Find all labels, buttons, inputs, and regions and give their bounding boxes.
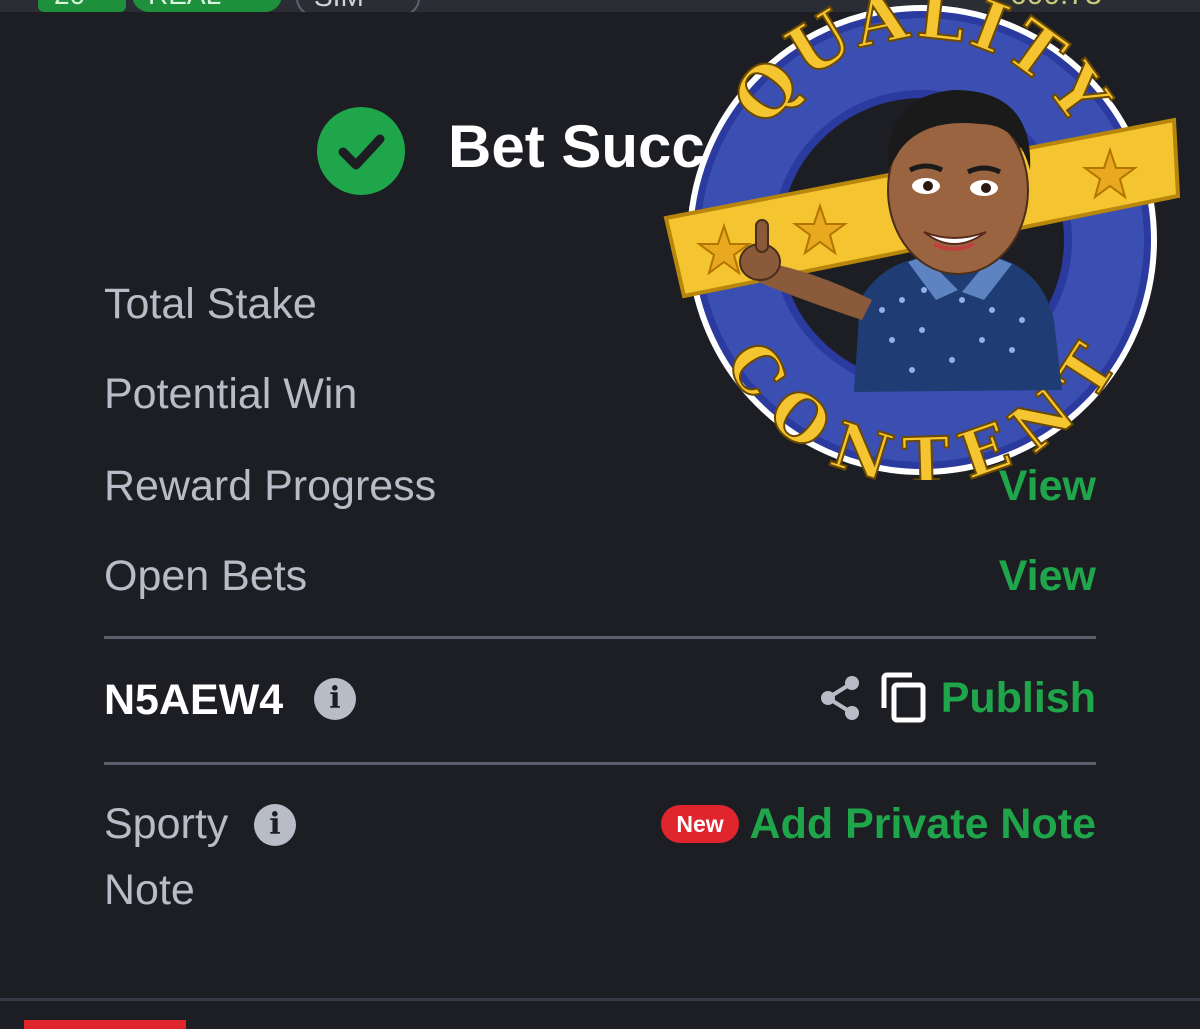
quality-content-sticker: QUALITY CONTENT xyxy=(663,0,1181,480)
open-bets-label: Open Bets xyxy=(104,552,308,600)
sporty-note-label-line2: Note xyxy=(104,866,195,914)
tab-real[interactable]: REAL xyxy=(132,0,282,12)
bet-count-badge: 20 xyxy=(38,0,126,12)
footer-divider xyxy=(0,998,1200,1001)
info-icon[interactable]: i xyxy=(314,678,356,720)
potential-win-label: Potential Win xyxy=(104,370,358,418)
footer-red-badge xyxy=(24,1020,186,1029)
share-icon[interactable] xyxy=(818,674,862,722)
new-badge: New xyxy=(661,805,739,843)
booking-code: N5AEW4 xyxy=(104,676,284,724)
divider xyxy=(104,636,1096,639)
divider xyxy=(104,762,1096,765)
tab-sim[interactable]: SIM xyxy=(296,0,420,12)
copy-icon[interactable] xyxy=(880,672,928,724)
open-bets-view-link[interactable]: View xyxy=(999,552,1096,601)
reward-progress-label: Reward Progress xyxy=(104,462,437,510)
add-private-note-button[interactable]: Add Private Note xyxy=(750,800,1096,849)
info-icon[interactable]: i xyxy=(254,804,296,846)
sporty-note-label-line1: Sporty xyxy=(104,800,229,848)
total-stake-label: Total Stake xyxy=(104,280,317,328)
publish-button[interactable]: Publish xyxy=(941,674,1096,723)
check-circle-icon xyxy=(317,107,405,195)
